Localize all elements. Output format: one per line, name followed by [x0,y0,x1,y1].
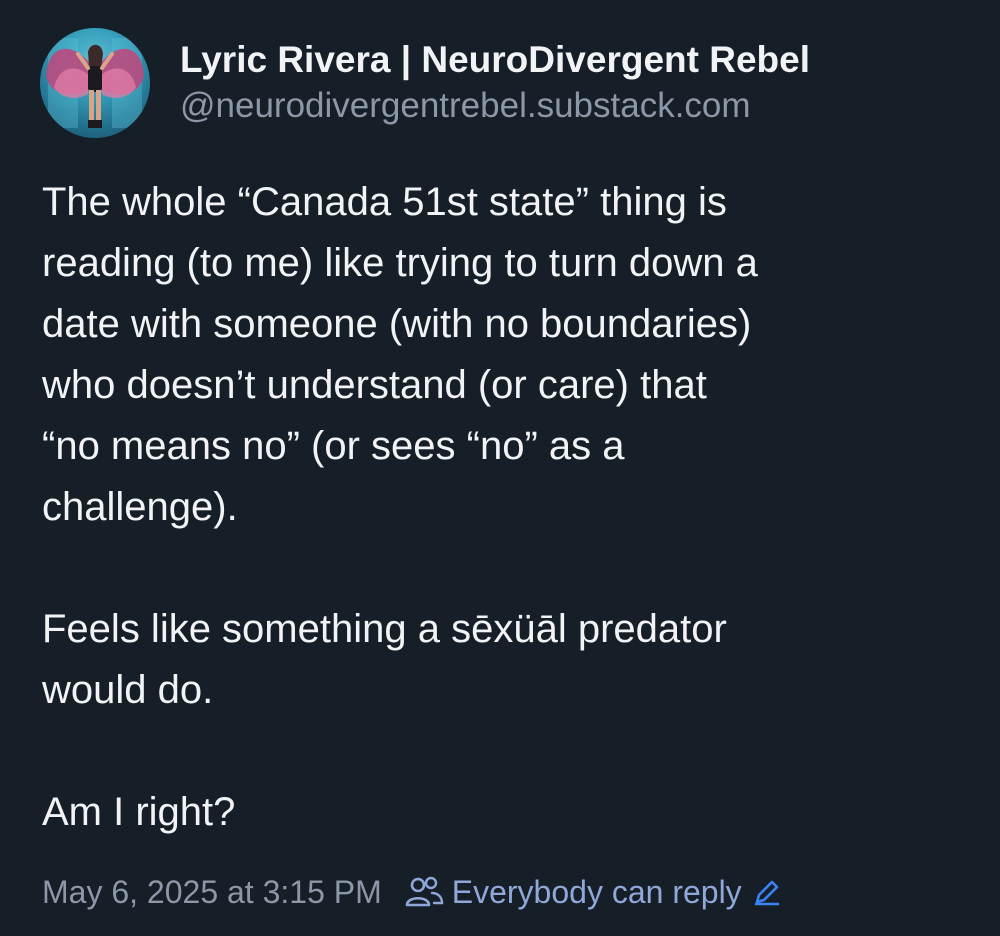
author-display-name[interactable]: Lyric Rivera | NeuroDivergent Rebel [180,38,810,82]
avatar-image [40,28,150,138]
people-icon [404,874,444,910]
post-header: Lyric Rivera | NeuroDivergent Rebel @neu… [40,28,810,138]
avatar[interactable] [40,28,150,138]
pencil-icon[interactable] [752,877,782,907]
post-paragraph: Am I right? [42,790,236,834]
author-handle[interactable]: @neurodivergentrebel.substack.com [180,84,810,128]
post-paragraph: Feels like something a sēxüāl predator w… [42,607,727,712]
reply-setting-label[interactable]: Everybody can reply [452,872,742,912]
post-paragraph: The whole “Canada 51st state” thing is r… [42,180,758,529]
post-body: The whole “Canada 51st state” thing is r… [42,172,972,843]
post-footer: May 6, 2025 at 3:15 PM Everybody can rep… [42,872,782,912]
post-card: Lyric Rivera | NeuroDivergent Rebel @neu… [0,0,1000,936]
author-info: Lyric Rivera | NeuroDivergent Rebel @neu… [180,38,810,128]
post-timestamp[interactable]: May 6, 2025 at 3:15 PM [42,872,382,912]
